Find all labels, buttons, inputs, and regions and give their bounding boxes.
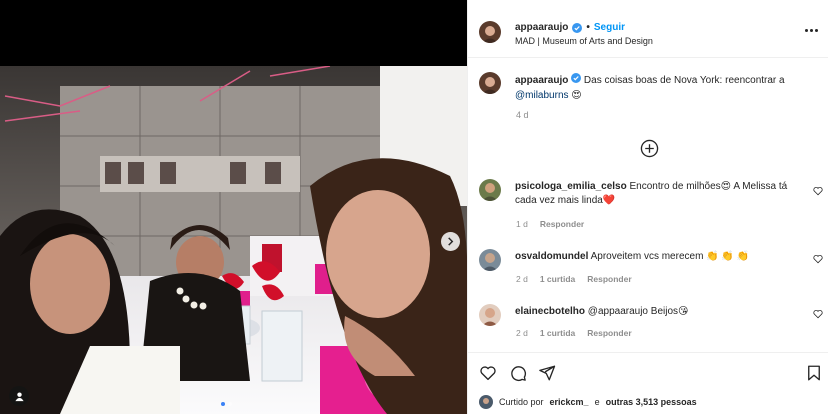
next-slide-button[interactable]: [441, 232, 460, 251]
load-more-comments-icon: [640, 139, 659, 158]
separator-dot: •: [586, 22, 590, 33]
liker-username[interactable]: erickcm_: [550, 397, 589, 407]
post-media: [0, 0, 467, 414]
heart-icon: [813, 186, 823, 196]
caption-emoji: 😍: [571, 90, 582, 101]
avatar-image: [479, 179, 501, 201]
comment-text-3: elainecbotelho @appaaraujo Beijos😘: [515, 305, 805, 319]
comment-time: 2 d: [516, 274, 528, 284]
more-options-icon: [810, 28, 813, 32]
tagged-users-button[interactable]: [9, 386, 29, 406]
comment-text-1: psicologa_emilia_celso Encontro de milhõ…: [515, 180, 805, 208]
restaurant-selfie-image: [0, 66, 467, 414]
heart-icon: [813, 254, 823, 264]
likes-summary: Curtido por erickcm_ e outras 3,513 pess…: [479, 393, 697, 411]
carousel-indicator: [221, 402, 232, 406]
chevron-right-icon: [448, 237, 454, 246]
comment-avatar[interactable]: [479, 304, 501, 326]
comment-time: 2 d: [516, 328, 528, 338]
post-caption: appaaraujo Das coisas boas de Nova York:…: [515, 73, 805, 103]
comment-meta-3: 2 d 1 curtida Responder: [516, 328, 632, 338]
comment-avatar[interactable]: [479, 179, 501, 201]
comment-like-button[interactable]: [813, 254, 823, 264]
comment-username[interactable]: psicologa_emilia_celso: [515, 181, 627, 192]
comment-like-button[interactable]: [813, 186, 823, 196]
comment-meta-1: 1 d Responder: [516, 219, 584, 229]
reply-button[interactable]: Responder: [587, 274, 631, 284]
more-options-icon: [805, 28, 808, 32]
comment-button[interactable]: [509, 364, 527, 382]
load-more-comments-button[interactable]: [640, 139, 659, 158]
avatar-image: [479, 21, 501, 43]
user-tag-icon: [14, 391, 24, 401]
reply-button[interactable]: Responder: [540, 219, 584, 229]
share-icon: [539, 365, 556, 381]
verified-badge-icon: [571, 73, 582, 83]
follow-button[interactable]: Seguir: [594, 22, 625, 33]
liker-avatar[interactable]: [479, 395, 493, 409]
comment-meta-2: 2 d 1 curtida Responder: [516, 274, 632, 284]
comment-icon: [511, 366, 527, 382]
verified-badge-icon: [572, 22, 583, 33]
comment-likes[interactable]: 1 curtida: [540, 274, 575, 284]
avatar-image: [479, 72, 501, 94]
share-button[interactable]: [538, 364, 556, 382]
carousel-dot-active: [221, 402, 225, 406]
comment-time: 1 d: [516, 219, 528, 229]
caption-mention[interactable]: @milaburns: [515, 90, 569, 101]
carousel-dot: [228, 402, 232, 406]
comment-avatar[interactable]: [479, 249, 501, 271]
author-avatar[interactable]: [479, 21, 501, 43]
comment-text-2: osvaldomundel Aproveitem vcs merecem 👏 👏…: [515, 250, 805, 264]
author-username[interactable]: appaaraujo: [515, 22, 568, 33]
caption-username[interactable]: appaaraujo: [515, 75, 568, 86]
post-photo[interactable]: [0, 66, 467, 414]
more-options-button[interactable]: [805, 26, 819, 34]
likes-middle: e: [594, 397, 600, 407]
likes-prefix: Curtido por: [499, 397, 544, 407]
more-options-icon: [815, 28, 818, 32]
avatar-image: [479, 395, 493, 409]
comment-like-button[interactable]: [813, 309, 823, 319]
avatar-image: [479, 304, 501, 326]
avatar-image: [479, 249, 501, 271]
comment-body: Aproveitem vcs merecem 👏 👏 👏: [590, 251, 750, 262]
reply-button[interactable]: Responder: [587, 328, 631, 338]
comment-username[interactable]: osvaldomundel: [515, 251, 588, 262]
comment-username[interactable]: elainecbotelho: [515, 306, 585, 317]
heart-icon: [480, 366, 496, 381]
post-actions-bar: [468, 352, 828, 392]
caption-timestamp: 4 d: [516, 110, 529, 120]
save-button[interactable]: [805, 364, 823, 382]
author-row: appaaraujo • Seguir: [515, 22, 625, 33]
heart-icon: [813, 309, 823, 319]
location-link[interactable]: MAD | Museum of Arts and Design: [515, 36, 653, 46]
others-likes-link[interactable]: outras 3,513 pessoas: [606, 397, 697, 407]
bookmark-icon: [808, 365, 820, 381]
like-button[interactable]: [479, 364, 497, 382]
caption-text: Das coisas boas de Nova York: reencontra…: [583, 75, 785, 86]
comment-likes[interactable]: 1 curtida: [540, 328, 575, 338]
post-side-panel: appaaraujo • Seguir MAD | Museum of Arts…: [467, 0, 828, 414]
post-header: appaaraujo • Seguir MAD | Museum of Arts…: [468, 0, 828, 58]
caption-author-avatar[interactable]: [479, 72, 501, 94]
comment-body: @appaaraujo Beijos😘: [587, 306, 689, 317]
